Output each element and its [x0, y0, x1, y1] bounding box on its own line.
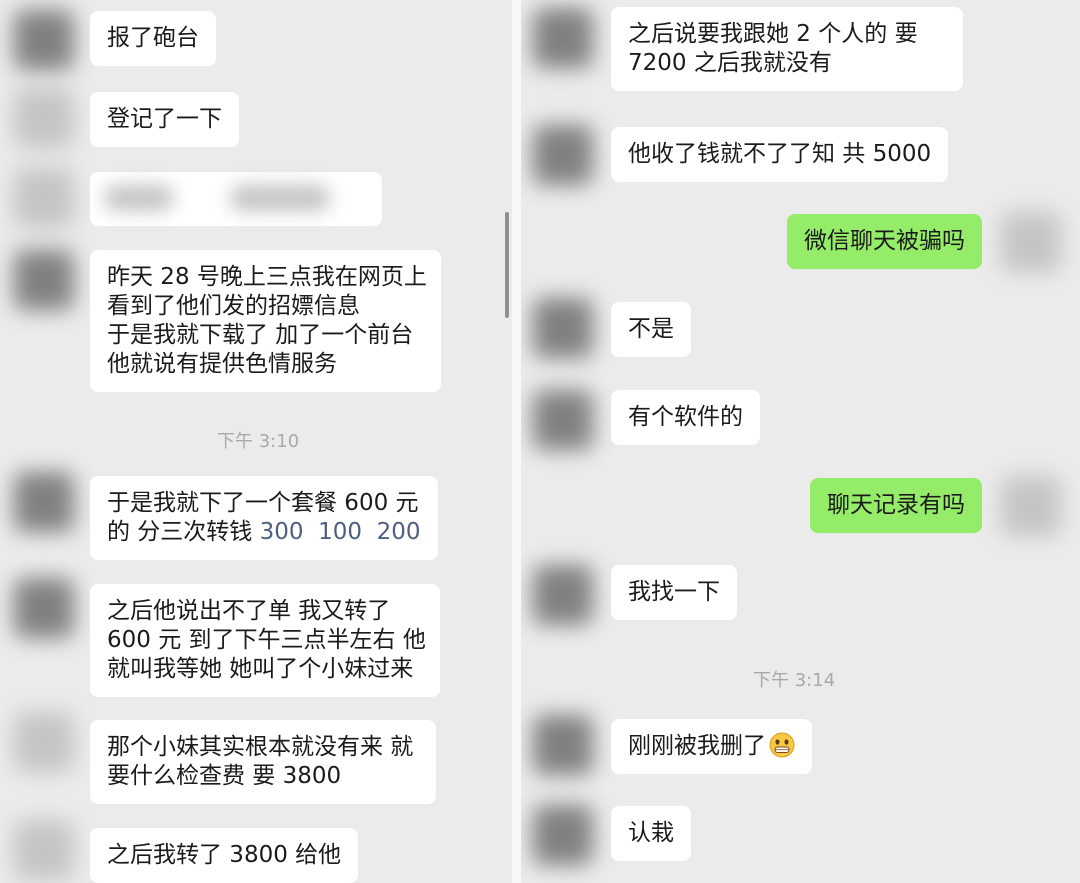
- grin-emoji-icon: [769, 732, 795, 758]
- message-text: 要什么检查费 要 3800: [107, 763, 342, 789]
- message-bubble[interactable]: 不是: [611, 302, 691, 357]
- message-text: 昨天 28 号晚上三点我在网页上: [107, 264, 427, 290]
- avatar[interactable]: [14, 712, 74, 772]
- avatar[interactable]: [14, 168, 74, 228]
- left-chat-panel: 报了砲台 登记了一下 昨天 28 号晚上三点我在网页上 看到了他们发的招嫖信息 …: [0, 0, 512, 883]
- avatar[interactable]: [533, 125, 593, 185]
- amount-list: 300 100 200: [259, 519, 421, 545]
- avatar[interactable]: [14, 10, 74, 70]
- message-bubble[interactable]: 认栽: [611, 806, 691, 861]
- message-text: 报了砲台: [107, 25, 199, 51]
- message-bubble[interactable]: 之后他说出不了单 我又转了 600 元 到了下午三点半左右 他 就叫我等她 她叫…: [90, 584, 440, 697]
- avatar[interactable]: [533, 565, 593, 625]
- message-bubble[interactable]: 之后说要我跟她 2 个人的 要 7200 之后我就没有: [611, 7, 963, 91]
- message-bubble[interactable]: 那个小妹其实根本就没有来 就 要什么检查费 要 3800: [90, 720, 436, 804]
- avatar[interactable]: [14, 820, 74, 880]
- outgoing-message-bubble[interactable]: 微信聊天被骗吗: [787, 214, 982, 269]
- message-text: 于是我就下了一个套餐 600 元: [107, 490, 419, 516]
- message-text: 于是我就下载了 加了一个前台: [107, 322, 414, 348]
- right-chat-panel: 之后说要我跟她 2 个人的 要 7200 之后我就没有 他收了钱就不了了知 共 …: [521, 0, 1080, 883]
- message-text: 刚刚被我删了: [628, 733, 766, 759]
- message-text: 7200 之后我就没有: [628, 50, 832, 76]
- avatar[interactable]: [533, 390, 593, 450]
- message-text: 聊天记录有吗: [827, 492, 965, 518]
- message-text: 不是: [628, 316, 674, 342]
- message-text: 之后说要我跟她 2 个人的 要: [628, 21, 918, 47]
- message-text: 微信聊天被骗吗: [804, 228, 965, 254]
- avatar[interactable]: [1001, 476, 1061, 536]
- avatar[interactable]: [533, 715, 593, 775]
- message-text: 看到了他们发的招嫖信息: [107, 293, 360, 319]
- avatar[interactable]: [14, 578, 74, 638]
- message-text: 600 元 到了下午三点半左右 他: [107, 627, 426, 653]
- message-bubble[interactable]: 我找一下: [611, 565, 737, 620]
- message-bubble[interactable]: 之后我转了 3800 给他: [90, 828, 359, 883]
- scrollbar[interactable]: [505, 212, 509, 318]
- message-text-prefix: 的 分三次转钱: [107, 519, 253, 545]
- avatar[interactable]: [533, 8, 593, 68]
- panel-divider: [512, 0, 521, 883]
- message-text: 他就说有提供色情服务: [107, 351, 337, 377]
- message-text: 认栽: [628, 820, 674, 846]
- avatar[interactable]: [533, 298, 593, 358]
- message-bubble[interactable]: 报了砲台: [90, 11, 216, 66]
- blurred-content: [104, 185, 174, 211]
- blurred-content: [230, 185, 330, 211]
- message-text: 之后我转了 3800 给他: [107, 842, 342, 868]
- message-text: 有个软件的: [628, 404, 743, 430]
- message-text: 那个小妹其实根本就没有来 就: [107, 734, 414, 760]
- message-text: 的 分三次转钱 300 100 200: [107, 518, 421, 547]
- avatar[interactable]: [14, 250, 74, 310]
- message-text: 刚刚被我删了: [628, 732, 795, 761]
- message-text: 登记了一下: [107, 106, 222, 132]
- message-bubble[interactable]: 他收了钱就不了了知 共 5000: [611, 127, 949, 182]
- message-text: 我找一下: [628, 579, 720, 605]
- avatar[interactable]: [533, 805, 593, 865]
- outgoing-message-bubble[interactable]: 聊天记录有吗: [810, 478, 982, 533]
- message-text: 之后他说出不了单 我又转了: [107, 598, 391, 624]
- timestamp: 下午 3:14: [753, 670, 836, 691]
- avatar[interactable]: [14, 472, 74, 532]
- message-text: 他收了钱就不了了知 共 5000: [628, 141, 932, 167]
- blurred-image-message[interactable]: [90, 172, 382, 226]
- timestamp: 下午 3:10: [217, 431, 300, 452]
- avatar[interactable]: [1001, 212, 1061, 272]
- message-bubble[interactable]: 昨天 28 号晚上三点我在网页上 看到了他们发的招嫖信息 于是我就下载了 加了一…: [90, 250, 441, 392]
- message-bubble[interactable]: 登记了一下: [90, 92, 239, 147]
- message-bubble[interactable]: 刚刚被我删了: [611, 719, 812, 774]
- message-bubble[interactable]: 有个软件的: [611, 390, 760, 445]
- avatar[interactable]: [14, 88, 74, 148]
- message-text: 就叫我等她 她叫了个小妹过来: [107, 656, 414, 682]
- message-bubble[interactable]: 于是我就下了一个套餐 600 元 的 分三次转钱 300 100 200: [90, 476, 438, 560]
